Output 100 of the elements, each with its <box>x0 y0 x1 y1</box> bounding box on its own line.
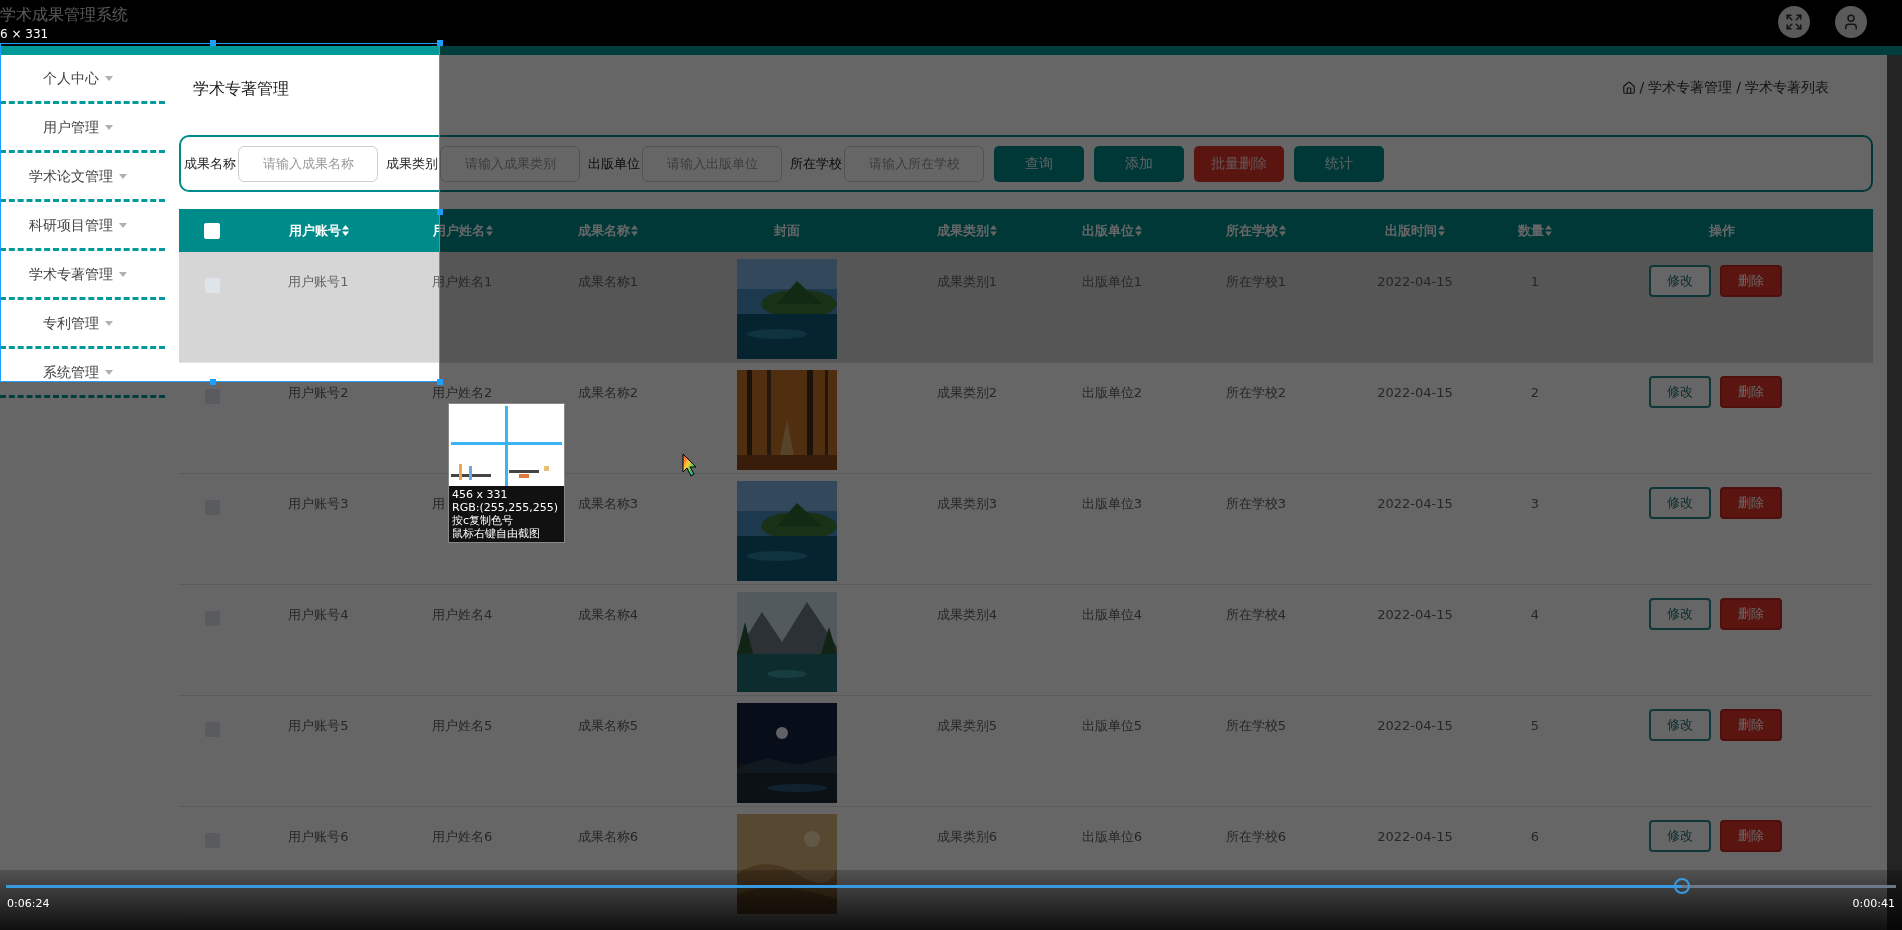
table-cell-text: 出版单位6 <box>1081 828 1143 846</box>
table-cell-text: 用户姓名4 <box>432 606 493 624</box>
caret-icon <box>104 75 113 81</box>
table-cell-text: 所在学校2 <box>1225 384 1287 402</box>
table-cell-text: 成果名称3 <box>577 495 639 513</box>
caret-icon <box>104 320 113 326</box>
table-cell-text: 成果名称5 <box>577 717 639 735</box>
column-header[interactable]: 数量 <box>1500 220 1570 241</box>
table-cell-text: 成果类别2 <box>936 384 998 402</box>
action-button[interactable]: 统计 <box>1294 145 1384 182</box>
field-label: 所在学校 <box>790 154 842 173</box>
resize-handle[interactable] <box>210 40 216 46</box>
sort-icon[interactable] <box>1545 225 1552 236</box>
elapsed-time: 0:06:24 <box>7 896 50 912</box>
table-cell-text: 所在学校6 <box>1225 828 1287 846</box>
edit-button[interactable]: 修改 <box>1649 265 1711 297</box>
action-button[interactable]: 添加 <box>1094 145 1184 182</box>
magnifier-text: 按c复制色号 <box>452 514 515 527</box>
app-title: 学术成果管理系统 <box>0 6 128 24</box>
table-cell-text: 成果名称4 <box>577 606 639 624</box>
sort-icon[interactable] <box>486 225 493 236</box>
sort-icon[interactable] <box>990 225 997 236</box>
action-button[interactable]: 查询 <box>994 145 1084 182</box>
table-cell-text: 用户姓名5 <box>432 717 493 735</box>
table-cell-text: 成果类别4 <box>936 606 998 624</box>
table-cell-text: 出版单位3 <box>1081 495 1143 513</box>
checkbox[interactable] <box>204 222 220 239</box>
breadcrumb-link[interactable]: 学术专著列表 <box>1745 77 1829 98</box>
delete-button[interactable]: 删除 <box>1720 376 1782 408</box>
caret-icon <box>118 173 127 179</box>
table-cell-text: 出版单位2 <box>1081 384 1143 402</box>
caret-icon <box>104 124 113 130</box>
breadcrumb-separator: / <box>1639 78 1645 97</box>
breadcrumb-separator: / <box>1736 78 1741 97</box>
sort-icon[interactable] <box>341 225 349 236</box>
delete-button[interactable]: 删除 <box>1720 820 1782 852</box>
resize-handle[interactable] <box>437 40 443 46</box>
progress-thumb[interactable] <box>1674 878 1691 894</box>
cursor-icon <box>682 453 698 477</box>
delete-button[interactable]: 删除 <box>1720 265 1782 297</box>
table-cell-text: 所在学校4 <box>1225 606 1287 624</box>
table-cell-text: 3 <box>1530 495 1540 513</box>
table-cell-text: 成果名称2 <box>577 384 639 402</box>
fullscreen-button[interactable] <box>1778 6 1810 38</box>
table-cell-text: 成果名称6 <box>577 828 639 846</box>
caret-icon <box>118 222 127 228</box>
column-header[interactable]: 所在学校 <box>1182 220 1330 241</box>
table-cell-text: 2 <box>1530 384 1540 402</box>
edit-button[interactable]: 修改 <box>1649 376 1711 408</box>
column-header: 操作 <box>1707 221 1736 240</box>
expand-icon <box>1785 13 1803 31</box>
table-cell-text: 用户姓名6 <box>432 828 493 846</box>
column-header[interactable]: 成果名称 <box>534 220 682 241</box>
table-cell-text: 用户账号3 <box>288 495 349 513</box>
user-icon <box>1842 13 1860 31</box>
edit-button[interactable]: 修改 <box>1649 820 1711 852</box>
breadcrumb-link[interactable]: 学术专著管理 <box>1648 77 1733 98</box>
table-cell-text: 成果类别6 <box>936 828 998 846</box>
user-button[interactable] <box>1835 6 1867 38</box>
sort-icon[interactable] <box>1438 225 1445 236</box>
table-cell-text: 2022-04-15 <box>1377 828 1453 846</box>
table-cell-text: 所在学校3 <box>1225 495 1287 513</box>
column-header[interactable]: 出版单位 <box>1042 220 1182 241</box>
search-field[interactable]: 请输入成果名称 <box>238 145 378 182</box>
sort-icon[interactable] <box>631 225 638 236</box>
field-label: 出版单位 <box>588 154 640 173</box>
delete-button[interactable]: 删除 <box>1720 487 1782 519</box>
resize-handle[interactable] <box>210 379 216 385</box>
table-cell-text: 用户账号5 <box>288 717 349 735</box>
column-header[interactable]: 用户账号 <box>245 220 392 241</box>
delete-button[interactable]: 删除 <box>1720 709 1782 741</box>
column-header[interactable]: 成果类别 <box>892 220 1042 241</box>
table-cell-text: 2022-04-15 <box>1377 606 1453 624</box>
remaining-time: 0:00:41 <box>1852 896 1895 912</box>
table-cell-text: 用户账号4 <box>288 606 349 624</box>
table-cell-text: 4 <box>1530 606 1540 624</box>
magnifier-text: 鼠标右键自由截图 <box>452 527 541 540</box>
table-cell-text: 用户账号6 <box>288 828 349 846</box>
table-cell-text: 出版单位4 <box>1081 606 1143 624</box>
sort-icon[interactable] <box>1135 225 1142 236</box>
page-title: 学术专著管理 <box>193 78 289 100</box>
table-cell-text: 5 <box>1530 717 1540 735</box>
field-label: 成果名称 <box>184 154 236 173</box>
delete-button[interactable]: 删除 <box>1720 598 1782 630</box>
table-cell-text: 所在学校5 <box>1225 717 1287 735</box>
table-cell-text: 用户账号2 <box>288 384 349 402</box>
edit-button[interactable]: 修改 <box>1649 598 1711 630</box>
home-icon[interactable] <box>1621 80 1636 95</box>
resize-handle[interactable] <box>437 209 443 215</box>
field-label: 成果类别 <box>386 154 438 173</box>
resize-handle[interactable] <box>437 379 443 385</box>
table-cell-text: 出版单位5 <box>1081 717 1143 735</box>
column-header[interactable]: 出版时间 <box>1330 220 1500 241</box>
edit-button[interactable]: 修改 <box>1649 709 1711 741</box>
caret-icon <box>104 369 113 375</box>
table-cell-text: 2022-04-15 <box>1377 384 1453 402</box>
column-header: 封面 <box>773 221 801 240</box>
sort-icon[interactable] <box>1279 225 1286 236</box>
magnifier-text: RGB:(255,255,255) <box>452 501 559 514</box>
edit-button[interactable]: 修改 <box>1649 487 1711 519</box>
